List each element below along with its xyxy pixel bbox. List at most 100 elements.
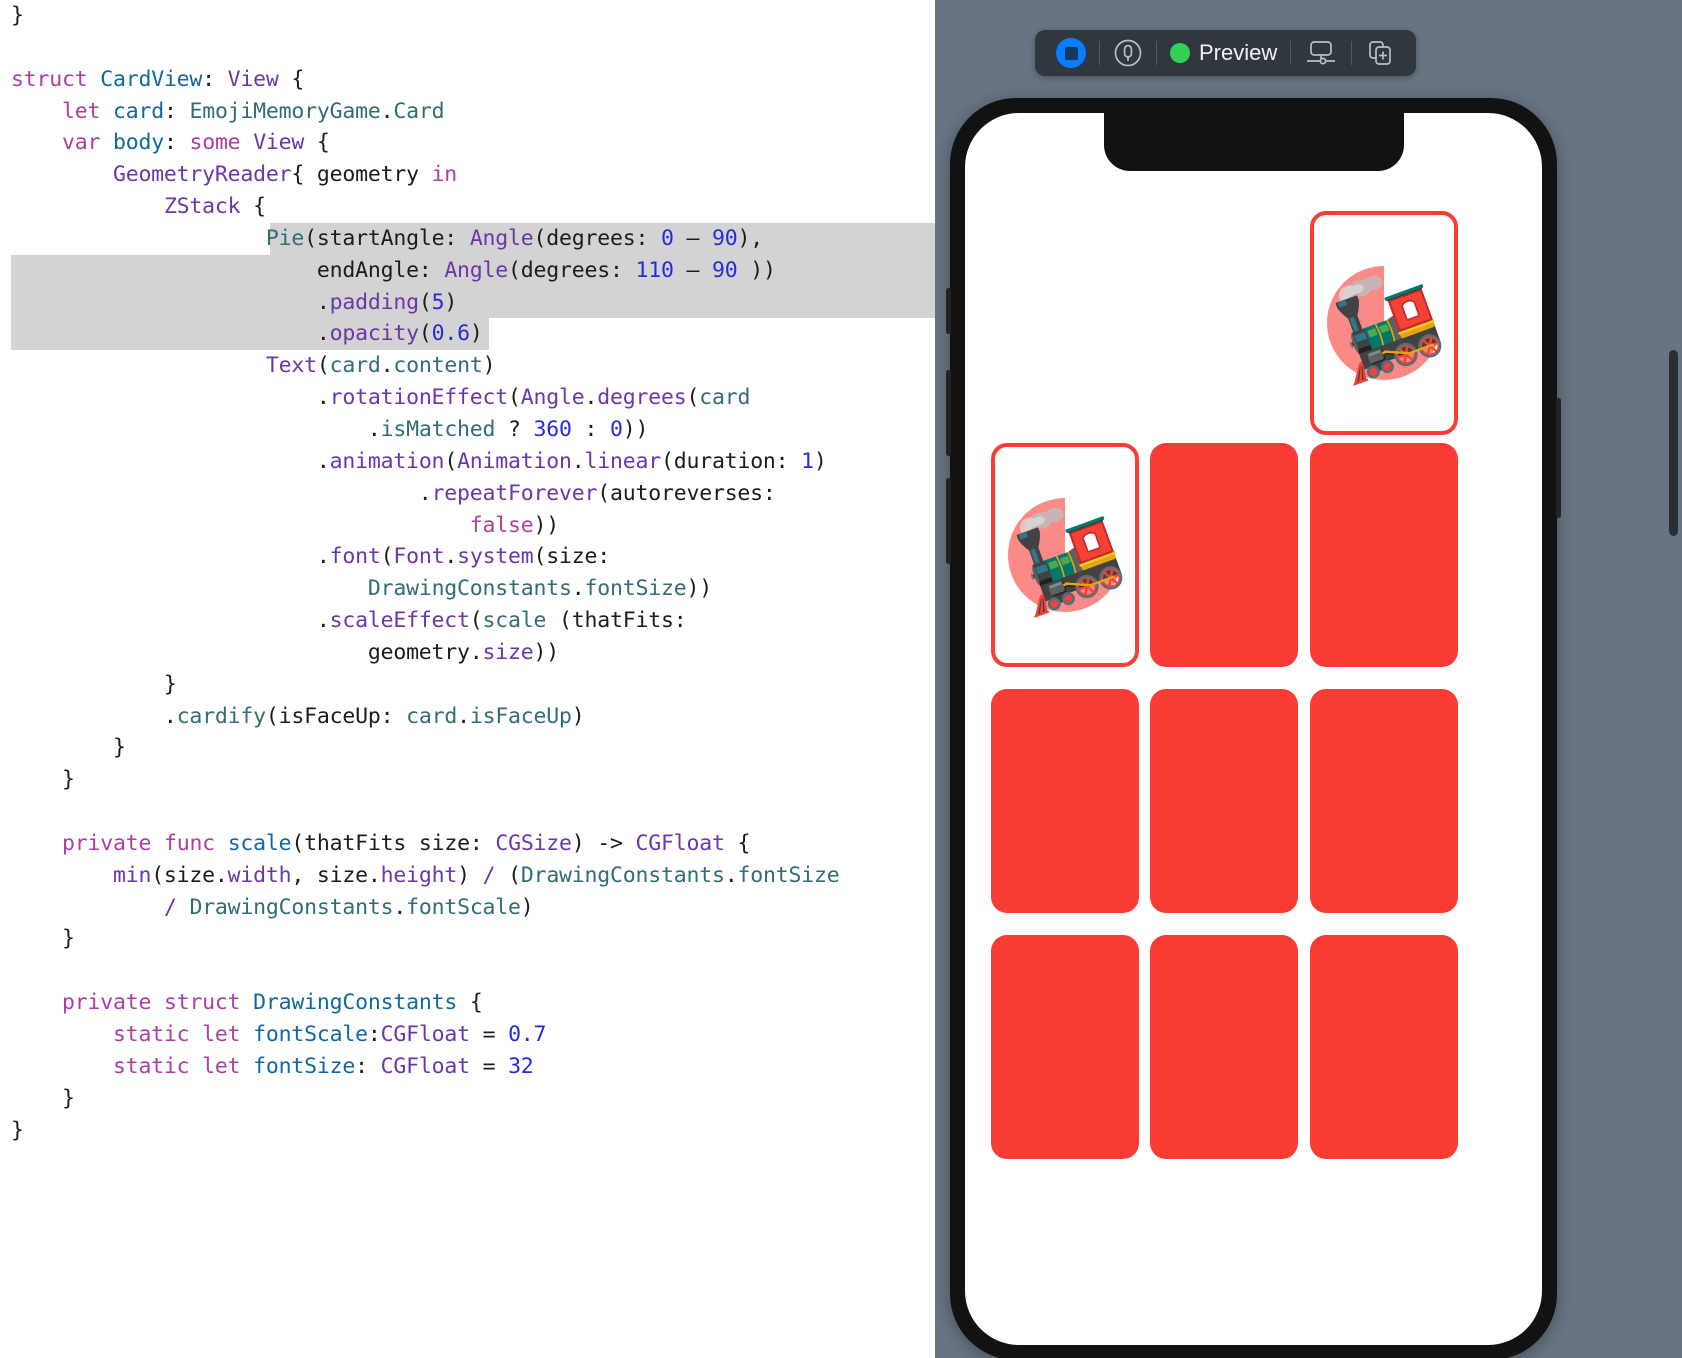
stop-preview-button[interactable]	[1043, 30, 1099, 76]
code-line[interactable]: static let fontSize: CGFloat = 32	[0, 1051, 935, 1083]
code-token: body	[112, 130, 164, 156]
card-content-area: 🚂	[995, 447, 1135, 663]
code-token: }	[11, 1117, 24, 1143]
code-line[interactable]: Pie(startAngle: Angle(degrees: 0 – 90),	[0, 222, 935, 255]
duplicate-preview-button[interactable]	[1352, 30, 1408, 76]
code-line-text: .opacity(0.6)	[11, 321, 483, 346]
code-line-text: .rotationEffect(Angle.degrees(card	[11, 385, 751, 411]
card-face-down[interactable]	[1150, 443, 1298, 667]
source-editor-pane[interactable]: } struct CardView: View { let card: Emoji…	[0, 0, 935, 1358]
code-line[interactable]: struct CardView: View {	[0, 64, 935, 96]
code-token: fontScale	[406, 894, 521, 920]
card-face-down[interactable]	[991, 689, 1139, 913]
code-token: EmojiMemoryGame	[189, 98, 381, 124]
code-line[interactable]: .cardify(isFaceUp: card.isFaceUp)	[0, 701, 935, 733]
code-line[interactable]: .rotationEffect(Angle.degrees(card	[0, 382, 935, 414]
xcode-swiftui-preview-window: } struct CardView: View { let card: Emoji…	[0, 0, 1682, 1358]
preview-vertical-scrollbar[interactable]	[1669, 350, 1678, 536]
code-line[interactable]: .animation(Animation.linear(duration: 1)	[0, 446, 935, 478]
code-line[interactable]: ZStack {	[0, 191, 935, 223]
code-line[interactable]: private func scale(thatFits size: CGSize…	[0, 828, 935, 860]
device-screen[interactable]: 🚂 🚂	[965, 113, 1542, 1345]
code-token: Animation	[457, 448, 572, 474]
card-face-down[interactable]	[1310, 935, 1458, 1159]
code-token: }	[11, 735, 126, 761]
code-line[interactable]: Text(card.content)	[0, 350, 935, 382]
code-line[interactable]: }	[0, 764, 935, 796]
preview-toolbar[interactable]: Preview	[1035, 30, 1417, 76]
code-line[interactable]: .font(Font.system(size:	[0, 541, 935, 573]
card-face-down[interactable]	[1150, 935, 1298, 1159]
memory-game-card-grid[interactable]: 🚂 🚂	[965, 113, 1542, 1345]
code-line-text: .animation(Animation.linear(duration: 1)	[11, 449, 827, 474]
code-token: )	[469, 321, 483, 347]
code-line[interactable]: }	[0, 0, 935, 32]
code-line[interactable]: .isMatched ? 360 : 0))	[0, 414, 935, 446]
code-token: degrees	[597, 385, 687, 411]
code-line[interactable]: endAngle: Angle(degrees: 110 – 90 ))	[0, 254, 935, 287]
code-line[interactable]: .repeatForever(autoreverses:	[0, 478, 935, 510]
code-token: DrawingConstants	[367, 576, 572, 602]
code-token: card	[329, 353, 381, 379]
code-line[interactable]	[0, 796, 935, 828]
code-line[interactable]: var body: some View {	[0, 127, 935, 159]
preview-status[interactable]: Preview	[1157, 30, 1290, 76]
code-token: 1	[801, 448, 814, 474]
code-token: GeometryReader	[112, 162, 292, 188]
code-token: private	[61, 990, 152, 1016]
code-line[interactable]: false))	[0, 510, 935, 542]
code-token: )	[444, 289, 458, 315]
code-line-text: struct CardView: View {	[11, 67, 304, 92]
code-token: opacity	[329, 321, 419, 347]
green-status-dot	[1170, 43, 1190, 63]
canvas-preview-pane[interactable]: Preview 🚂 🚂	[935, 0, 1682, 1358]
display-settings-button[interactable]	[1291, 30, 1351, 76]
code-line-text: let card: EmojiMemoryGame.Card	[11, 98, 445, 124]
code-token: )	[813, 448, 827, 474]
code-line-text: ZStack {	[11, 194, 266, 219]
code-line[interactable]: }	[0, 1115, 935, 1147]
card-face-down[interactable]	[1310, 443, 1458, 667]
code-line[interactable]: let card: EmojiMemoryGame.Card	[0, 96, 935, 128]
add-duplicate-icon	[1369, 41, 1392, 65]
card-face-down[interactable]	[1150, 689, 1298, 913]
device-volume-up-button	[946, 370, 951, 456]
code-line-text: static let fontSize: CGFloat = 32	[11, 1054, 534, 1079]
code-line[interactable]: .padding(5)	[0, 286, 935, 319]
code-line[interactable]: }	[0, 923, 935, 955]
card-face-up[interactable]: 🚂	[991, 443, 1139, 667]
code-token: {	[240, 194, 266, 220]
code-line[interactable]: .scaleEffect(scale (thatFits:	[0, 605, 935, 637]
code-line[interactable]: DrawingConstants.fontSize))	[0, 573, 935, 605]
code-token: .	[584, 385, 598, 411]
code-line[interactable]: }	[0, 1083, 935, 1115]
code-line[interactable]: geometry.size))	[0, 637, 935, 669]
code-line[interactable]: GeometryReader{ geometry in	[0, 159, 935, 191]
device-settings-button[interactable]	[1100, 30, 1156, 76]
code-token: CGFloat	[380, 1053, 470, 1079]
code-token: Text	[265, 353, 317, 379]
code-token: { geometry	[291, 162, 432, 188]
code-line[interactable]: }	[0, 732, 935, 764]
code-line[interactable]: / DrawingConstants.fontScale)	[0, 892, 935, 924]
code-line[interactable]: private struct DrawingConstants {	[0, 987, 935, 1019]
code-line[interactable]	[0, 32, 935, 64]
code-line[interactable]: .opacity(0.6)	[0, 318, 935, 351]
phone-in-circle-icon	[1114, 39, 1142, 67]
card-face-down[interactable]	[1310, 689, 1458, 913]
swift-source-code[interactable]: } struct CardView: View { let card: Emoji…	[0, 0, 935, 1146]
code-line[interactable]: }	[0, 669, 935, 701]
card-face-up[interactable]: 🚂	[1310, 211, 1458, 435]
code-line[interactable]	[0, 955, 935, 987]
card-face-down[interactable]	[991, 935, 1139, 1159]
code-token: (	[444, 448, 458, 474]
code-line[interactable]: min(size.width, size.height) / (DrawingC…	[0, 860, 935, 892]
code-token: ))	[622, 416, 649, 442]
code-line-text: .font(Font.system(size:	[11, 544, 610, 569]
code-line[interactable]: static let fontScale:CGFloat = 0.7	[0, 1019, 935, 1051]
